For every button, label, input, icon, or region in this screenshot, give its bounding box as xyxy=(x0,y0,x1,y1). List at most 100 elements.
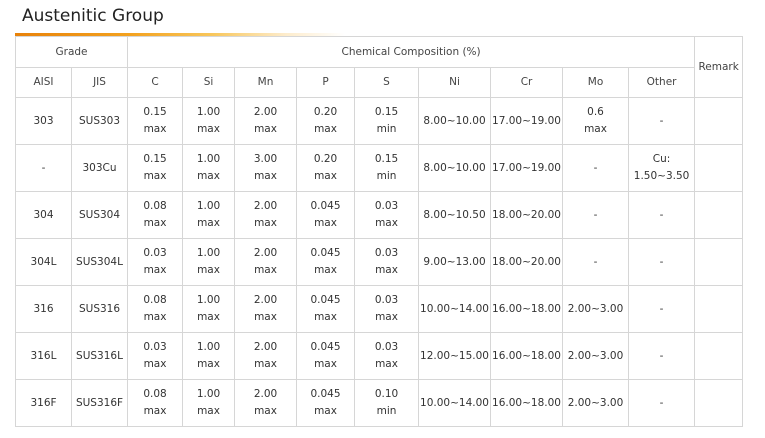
cell-aisi: 316L xyxy=(15,332,72,380)
cell-aisi: 316 xyxy=(15,285,72,333)
cell-other: - xyxy=(628,191,696,239)
cell-mo: 2.00~3.00 xyxy=(562,379,630,427)
cell-c: 0.08 max xyxy=(127,191,184,239)
cell-si: 1.00 max xyxy=(182,238,236,286)
cell-aisi: - xyxy=(15,144,72,192)
table-row: 303 SUS303 0.15 max 1.00 max 2.00 max 0.20 m… xyxy=(15,97,744,145)
cell-jis: SUS303 xyxy=(70,97,129,145)
col-header-other: Other xyxy=(628,67,696,98)
cell-aisi: 304 xyxy=(15,191,72,239)
col-header-s: S xyxy=(354,67,420,98)
cell-mo: - xyxy=(562,191,630,239)
cell-mo: 2.00~3.00 xyxy=(562,285,630,333)
cell-si: 1.00 max xyxy=(182,379,236,427)
cell-ni: 9.00~13.00 xyxy=(418,238,492,286)
cell-mn: 2.00 max xyxy=(234,191,298,239)
cell-remark xyxy=(694,191,744,239)
cell-cr: 16.00~18.00 xyxy=(490,332,564,380)
col-header-mn: Mn xyxy=(234,67,298,98)
cell-other: - xyxy=(628,285,696,333)
cell-mo: 0.6 max xyxy=(562,97,630,145)
col-header-p: P xyxy=(296,67,356,98)
cell-aisi: 303 xyxy=(15,97,72,145)
cell-p: 0.045 max xyxy=(296,332,356,380)
cell-remark xyxy=(694,285,744,333)
cell-si: 1.00 max xyxy=(182,191,236,239)
cell-ni: 8.00~10.00 xyxy=(418,97,492,145)
cell-c: 0.03 max xyxy=(127,332,184,380)
table-row: 316F SUS316F 0.08 max 1.00 max 2.00 max 0.0… xyxy=(15,379,744,427)
cell-remark xyxy=(694,379,744,427)
table-row: 316 SUS316 0.08 max 1.00 max 2.00 max 0.045… xyxy=(15,285,744,333)
composition-table: Grade Chemical Composition (%) Remark AI… xyxy=(14,36,744,427)
col-header-jis: JIS xyxy=(70,67,129,98)
cell-cr: 16.00~18.00 xyxy=(490,379,564,427)
cell-mn: 2.00 max xyxy=(234,97,298,145)
cell-si: 1.00 max xyxy=(182,144,236,192)
cell-s: 0.03 max xyxy=(354,332,420,380)
cell-c: 0.15 max xyxy=(127,97,184,145)
cell-p: 0.20 max xyxy=(296,97,356,145)
cell-c: 0.08 max xyxy=(127,379,184,427)
header-remark: Remark xyxy=(694,36,744,98)
cell-s: 0.03 max xyxy=(354,285,420,333)
cell-c: 0.08 max xyxy=(127,285,184,333)
cell-other: - xyxy=(628,332,696,380)
col-header-si: Si xyxy=(182,67,236,98)
cell-s: 0.03 max xyxy=(354,238,420,286)
cell-si: 1.00 max xyxy=(182,97,236,145)
cell-ni: 12.00~15.00 xyxy=(418,332,492,380)
page-title: Austenitic Group xyxy=(22,6,164,26)
cell-c: 0.03 max xyxy=(127,238,184,286)
cell-remark xyxy=(694,97,744,145)
cell-mo: - xyxy=(562,238,630,286)
col-header-c: C xyxy=(127,67,184,98)
cell-mn: 3.00 max xyxy=(234,144,298,192)
col-header-cr: Cr xyxy=(490,67,564,98)
cell-jis: SUS316 xyxy=(70,285,129,333)
cell-cr: 18.00~20.00 xyxy=(490,191,564,239)
cell-p: 0.045 max xyxy=(296,238,356,286)
cell-jis: 303Cu xyxy=(70,144,129,192)
cell-other: - xyxy=(628,97,696,145)
cell-aisi: 304L xyxy=(15,238,72,286)
cell-ni: 8.00~10.00 xyxy=(418,144,492,192)
table-row: 304 SUS304 0.08 max 1.00 max 2.00 max 0.045… xyxy=(15,191,744,239)
cell-s: 0.15 min xyxy=(354,144,420,192)
cell-ni: 10.00~14.00 xyxy=(418,285,492,333)
cell-mn: 2.00 max xyxy=(234,379,298,427)
cell-cr: 17.00~19.00 xyxy=(490,144,564,192)
cell-mn: 2.00 max xyxy=(234,285,298,333)
cell-si: 1.00 max xyxy=(182,332,236,380)
col-header-ni: Ni xyxy=(418,67,492,98)
cell-cr: 17.00~19.00 xyxy=(490,97,564,145)
cell-mo: - xyxy=(562,144,630,192)
cell-mn: 2.00 max xyxy=(234,238,298,286)
cell-p: 0.045 max xyxy=(296,379,356,427)
cell-remark xyxy=(694,332,744,380)
cell-ni: 10.00~14.00 xyxy=(418,379,492,427)
cell-cr: 18.00~20.00 xyxy=(490,238,564,286)
cell-p: 0.20 max xyxy=(296,144,356,192)
cell-aisi: 316F xyxy=(15,379,72,427)
cell-p: 0.045 max xyxy=(296,285,356,333)
cell-jis: SUS316F xyxy=(70,379,129,427)
cell-p: 0.045 max xyxy=(296,191,356,239)
cell-mo: 2.00~3.00 xyxy=(562,332,630,380)
header-grade: Grade xyxy=(14,36,129,68)
cell-other: - xyxy=(628,238,696,286)
cell-mn: 2.00 max xyxy=(234,332,298,380)
cell-remark xyxy=(694,144,744,192)
col-header-mo: Mo xyxy=(562,67,630,98)
cell-jis: SUS316L xyxy=(70,332,129,380)
col-header-aisi: AISI xyxy=(15,67,72,98)
table-row: 304L SUS304L 0.03 max 1.00 max 2.00 max 0.0… xyxy=(15,238,744,286)
cell-s: 0.03 max xyxy=(354,191,420,239)
cell-ni: 8.00~10.50 xyxy=(418,191,492,239)
cell-remark xyxy=(694,238,744,286)
header-chemical-composition: Chemical Composition (%) xyxy=(127,36,696,68)
table-row: 316L SUS316L 0.03 max 1.00 max 2.00 max 0.0… xyxy=(15,332,744,380)
table-row: - 303Cu 0.15 max 1.00 max 3.00 max 0.20 max … xyxy=(15,144,744,192)
cell-c: 0.15 max xyxy=(127,144,184,192)
cell-jis: SUS304L xyxy=(70,238,129,286)
